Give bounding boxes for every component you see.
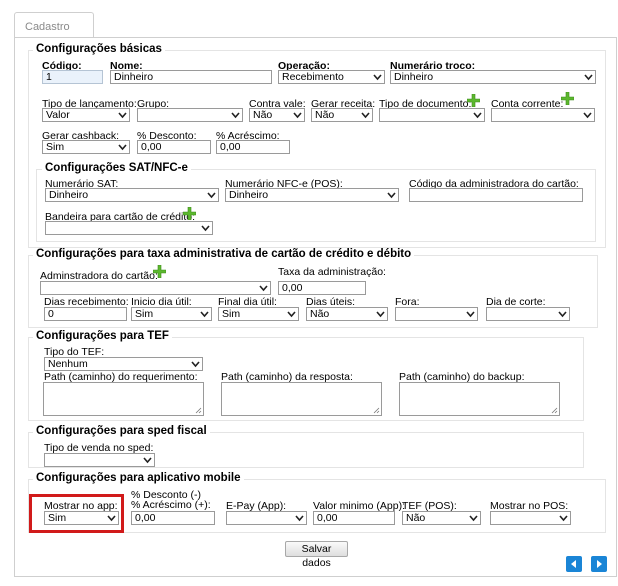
administradora-select[interactable] [40, 281, 271, 295]
inicio-dia-util-value: Sim [135, 308, 154, 320]
arrow-left-icon [571, 560, 576, 568]
dias-uteis-select[interactable]: Não [306, 307, 388, 321]
numerario-nfce-value: Dinheiro [229, 189, 269, 201]
bandeira-select[interactable] [45, 221, 213, 235]
dia-corte-select[interactable] [486, 307, 570, 321]
gerar-receita-value: Não [315, 109, 335, 121]
tipo-venda-select[interactable] [44, 453, 155, 467]
tipo-tef-value: Nenhum [48, 358, 88, 370]
operacao-value: Recebimento [282, 71, 344, 83]
valor-minimo-input[interactable]: 0,00 [313, 511, 395, 525]
path-req-textarea[interactable] [43, 382, 204, 416]
path-resp-textarea[interactable] [221, 382, 382, 416]
highlight-box [29, 494, 124, 533]
dias-uteis-value: Não [310, 308, 330, 320]
chevron-down-icon [558, 311, 567, 318]
tipo-documento-select[interactable] [379, 108, 485, 122]
contra-vale-select[interactable]: Não [249, 108, 305, 122]
legend-tef: Configurações para TEF [33, 330, 172, 342]
gerar-receita-select[interactable]: Não [311, 108, 373, 122]
chevron-down-icon [287, 311, 296, 318]
tab-cadastro[interactable]: Cadastro [14, 12, 94, 38]
chevron-down-icon [293, 112, 302, 119]
prev-button[interactable] [566, 556, 582, 572]
desc-acresc-input[interactable]: 0,00 [131, 511, 215, 525]
chevron-down-icon [259, 285, 268, 292]
chevron-down-icon [387, 192, 396, 199]
add-conta-corrente-plus-icon[interactable] [561, 92, 574, 105]
chevron-down-icon [231, 112, 240, 119]
numerario-troco-value: Dinheiro [394, 71, 434, 83]
chevron-down-icon [295, 515, 304, 522]
chevron-down-icon [469, 515, 478, 522]
tef-pos-select[interactable]: Não [402, 511, 481, 525]
add-tipo-documento-plus-icon[interactable] [467, 94, 480, 107]
grupo-select[interactable] [137, 108, 243, 122]
taxa-adm-label: Taxa da administração: [278, 266, 386, 278]
legend-sped: Configurações para sped fiscal [33, 425, 210, 437]
path-backup-textarea[interactable] [399, 382, 560, 416]
final-dia-util-select[interactable]: Sim [218, 307, 299, 321]
tipo-tef-select[interactable]: Nenhum [44, 357, 203, 371]
desconto-input[interactable]: 0,00 [137, 140, 211, 154]
tef-pos-value: Não [406, 512, 426, 524]
add-bandeira-plus-icon[interactable] [183, 207, 196, 220]
nome-input[interactable]: Dinheiro [110, 70, 272, 84]
mostrar-pos-select[interactable] [490, 511, 571, 525]
save-button[interactable]: Salvar dados [285, 541, 348, 569]
chevron-down-icon [473, 112, 482, 119]
codigo-input[interactable]: 1 [42, 70, 103, 84]
acrescimo-input[interactable]: 0,00 [216, 140, 290, 154]
chevron-down-icon [373, 74, 382, 81]
numerario-troco-select[interactable]: Dinheiro [390, 70, 596, 84]
chevron-down-icon [376, 311, 385, 318]
legend-sat: Configurações SAT/NFC-e [42, 162, 191, 174]
tipo-lancamento-value: Valor [46, 109, 70, 121]
legend-mobile: Configurações para aplicativo mobile [33, 472, 244, 484]
legend-basic: Configurações básicas [33, 43, 165, 55]
resize-grip-icon[interactable] [195, 407, 202, 414]
codigo-adm-input[interactable] [409, 188, 583, 202]
resize-grip-icon[interactable] [373, 407, 380, 414]
numerario-nfce-select[interactable]: Dinheiro [225, 188, 399, 202]
chevron-down-icon [191, 361, 200, 368]
final-dia-util-value: Sim [222, 308, 241, 320]
operacao-select[interactable]: Recebimento [278, 70, 385, 84]
chevron-down-icon [207, 192, 216, 199]
tipo-lancamento-select[interactable]: Valor [42, 108, 130, 122]
epay-select[interactable] [226, 511, 307, 525]
numerario-sat-select[interactable]: Dinheiro [45, 188, 219, 202]
chevron-down-icon [200, 311, 209, 318]
arrow-right-icon [597, 560, 602, 568]
contra-vale-value: Não [253, 109, 273, 121]
numerario-sat-value: Dinheiro [49, 189, 89, 201]
gerar-cashback-select[interactable]: Sim [42, 140, 130, 154]
chevron-down-icon [466, 311, 475, 318]
resize-grip-icon[interactable] [551, 407, 558, 414]
chevron-down-icon [584, 74, 593, 81]
desc-acresc-label-2: % Acréscimo (+): [131, 499, 211, 511]
chevron-down-icon [361, 112, 370, 119]
fora-select[interactable] [395, 307, 478, 321]
chevron-down-icon [118, 112, 127, 119]
taxa-adm-input[interactable]: 0,00 [278, 281, 366, 295]
tab-label: Cadastro [25, 21, 70, 33]
chevron-down-icon [143, 457, 152, 464]
chevron-down-icon [583, 112, 592, 119]
legend-taxa: Configurações para taxa administrativa d… [33, 248, 415, 260]
conta-corrente-select[interactable] [491, 108, 595, 122]
next-button[interactable] [591, 556, 607, 572]
add-administradora-plus-icon[interactable] [153, 265, 166, 278]
chevron-down-icon [201, 225, 210, 232]
chevron-down-icon [118, 144, 127, 151]
dias-recebimento-input[interactable]: 0 [44, 307, 127, 321]
inicio-dia-util-select[interactable]: Sim [131, 307, 212, 321]
chevron-down-icon [559, 515, 568, 522]
gerar-cashback-value: Sim [46, 141, 65, 153]
